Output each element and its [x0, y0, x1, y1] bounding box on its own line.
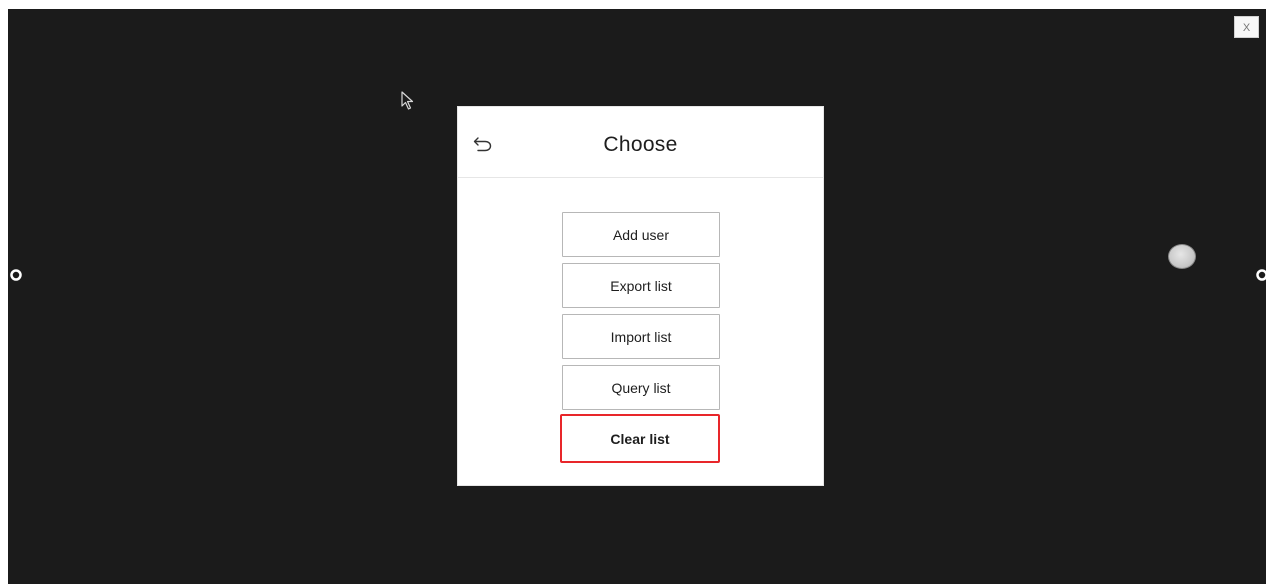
dialog-header: Choose — [458, 107, 823, 178]
query-list-button[interactable]: Query list — [562, 365, 720, 410]
close-button[interactable]: X — [1234, 16, 1259, 38]
import-list-button[interactable]: Import list — [562, 314, 720, 359]
left-edge-gear-icon[interactable] — [6, 265, 26, 285]
assistive-ball-icon[interactable] — [1168, 244, 1196, 269]
clear-list-button[interactable]: Clear list — [560, 414, 720, 463]
export-list-button[interactable]: Export list — [562, 263, 720, 308]
mouse-pointer-icon — [401, 91, 414, 110]
dialog-title: Choose — [603, 133, 678, 156]
add-user-button[interactable]: Add user — [562, 212, 720, 257]
choose-dialog: Choose Add user Export list Import list … — [458, 107, 823, 485]
right-edge-gear-icon[interactable] — [1252, 265, 1266, 285]
